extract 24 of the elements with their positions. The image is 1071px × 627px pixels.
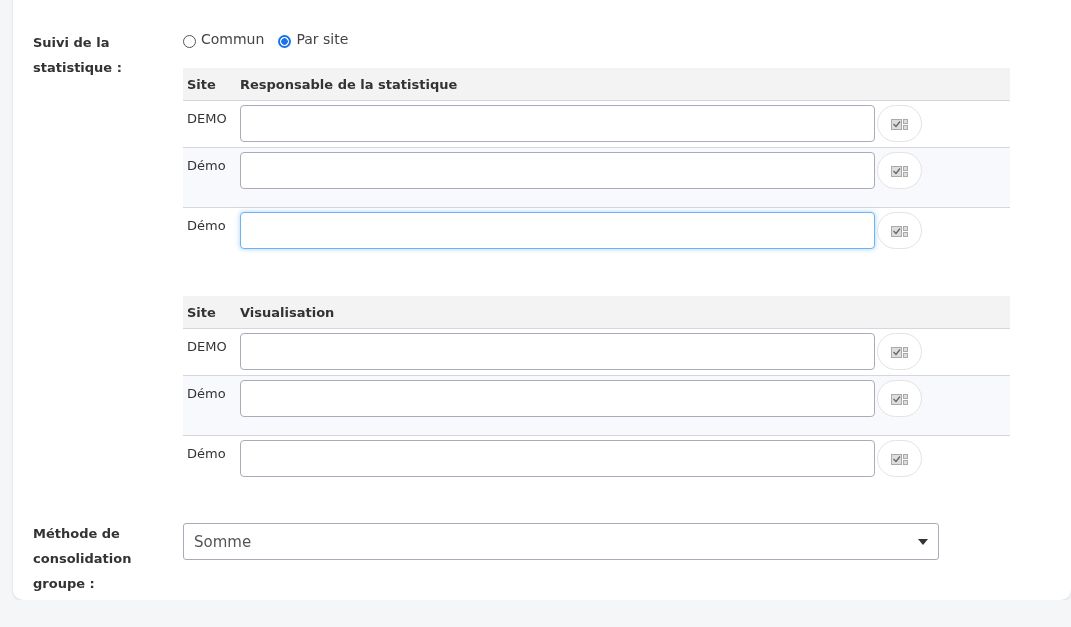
checklist-icon bbox=[891, 164, 908, 177]
radio-option[interactable]: Par site bbox=[278, 30, 349, 48]
site-name: DEMO bbox=[186, 338, 228, 356]
checklist-button[interactable] bbox=[877, 105, 922, 142]
radio-option[interactable]: Commun bbox=[183, 30, 265, 48]
checklist-button[interactable] bbox=[877, 152, 922, 189]
checklist-icon bbox=[891, 117, 908, 130]
site-name: Démo bbox=[186, 217, 227, 235]
field-label: Méthode de consolidation groupe : bbox=[33, 525, 133, 593]
column-header: Visualisation bbox=[240, 304, 335, 320]
column-header: Responsable de la statistique bbox=[240, 76, 458, 92]
field-label: Suivi de la statistique : bbox=[33, 34, 123, 77]
text-field[interactable] bbox=[240, 105, 875, 142]
site-name: Démo bbox=[186, 157, 227, 175]
column-header: Site bbox=[186, 304, 217, 320]
checklist-button[interactable] bbox=[877, 212, 922, 249]
text-field[interactable] bbox=[240, 212, 875, 249]
site-name: DEMO bbox=[186, 110, 228, 128]
site-name: Démo bbox=[186, 445, 227, 463]
radio-button[interactable] bbox=[278, 35, 292, 48]
column-header: Site bbox=[186, 76, 217, 92]
site-name: Démo bbox=[186, 385, 227, 403]
checklist-icon bbox=[891, 224, 908, 237]
text-field[interactable] bbox=[240, 152, 875, 189]
